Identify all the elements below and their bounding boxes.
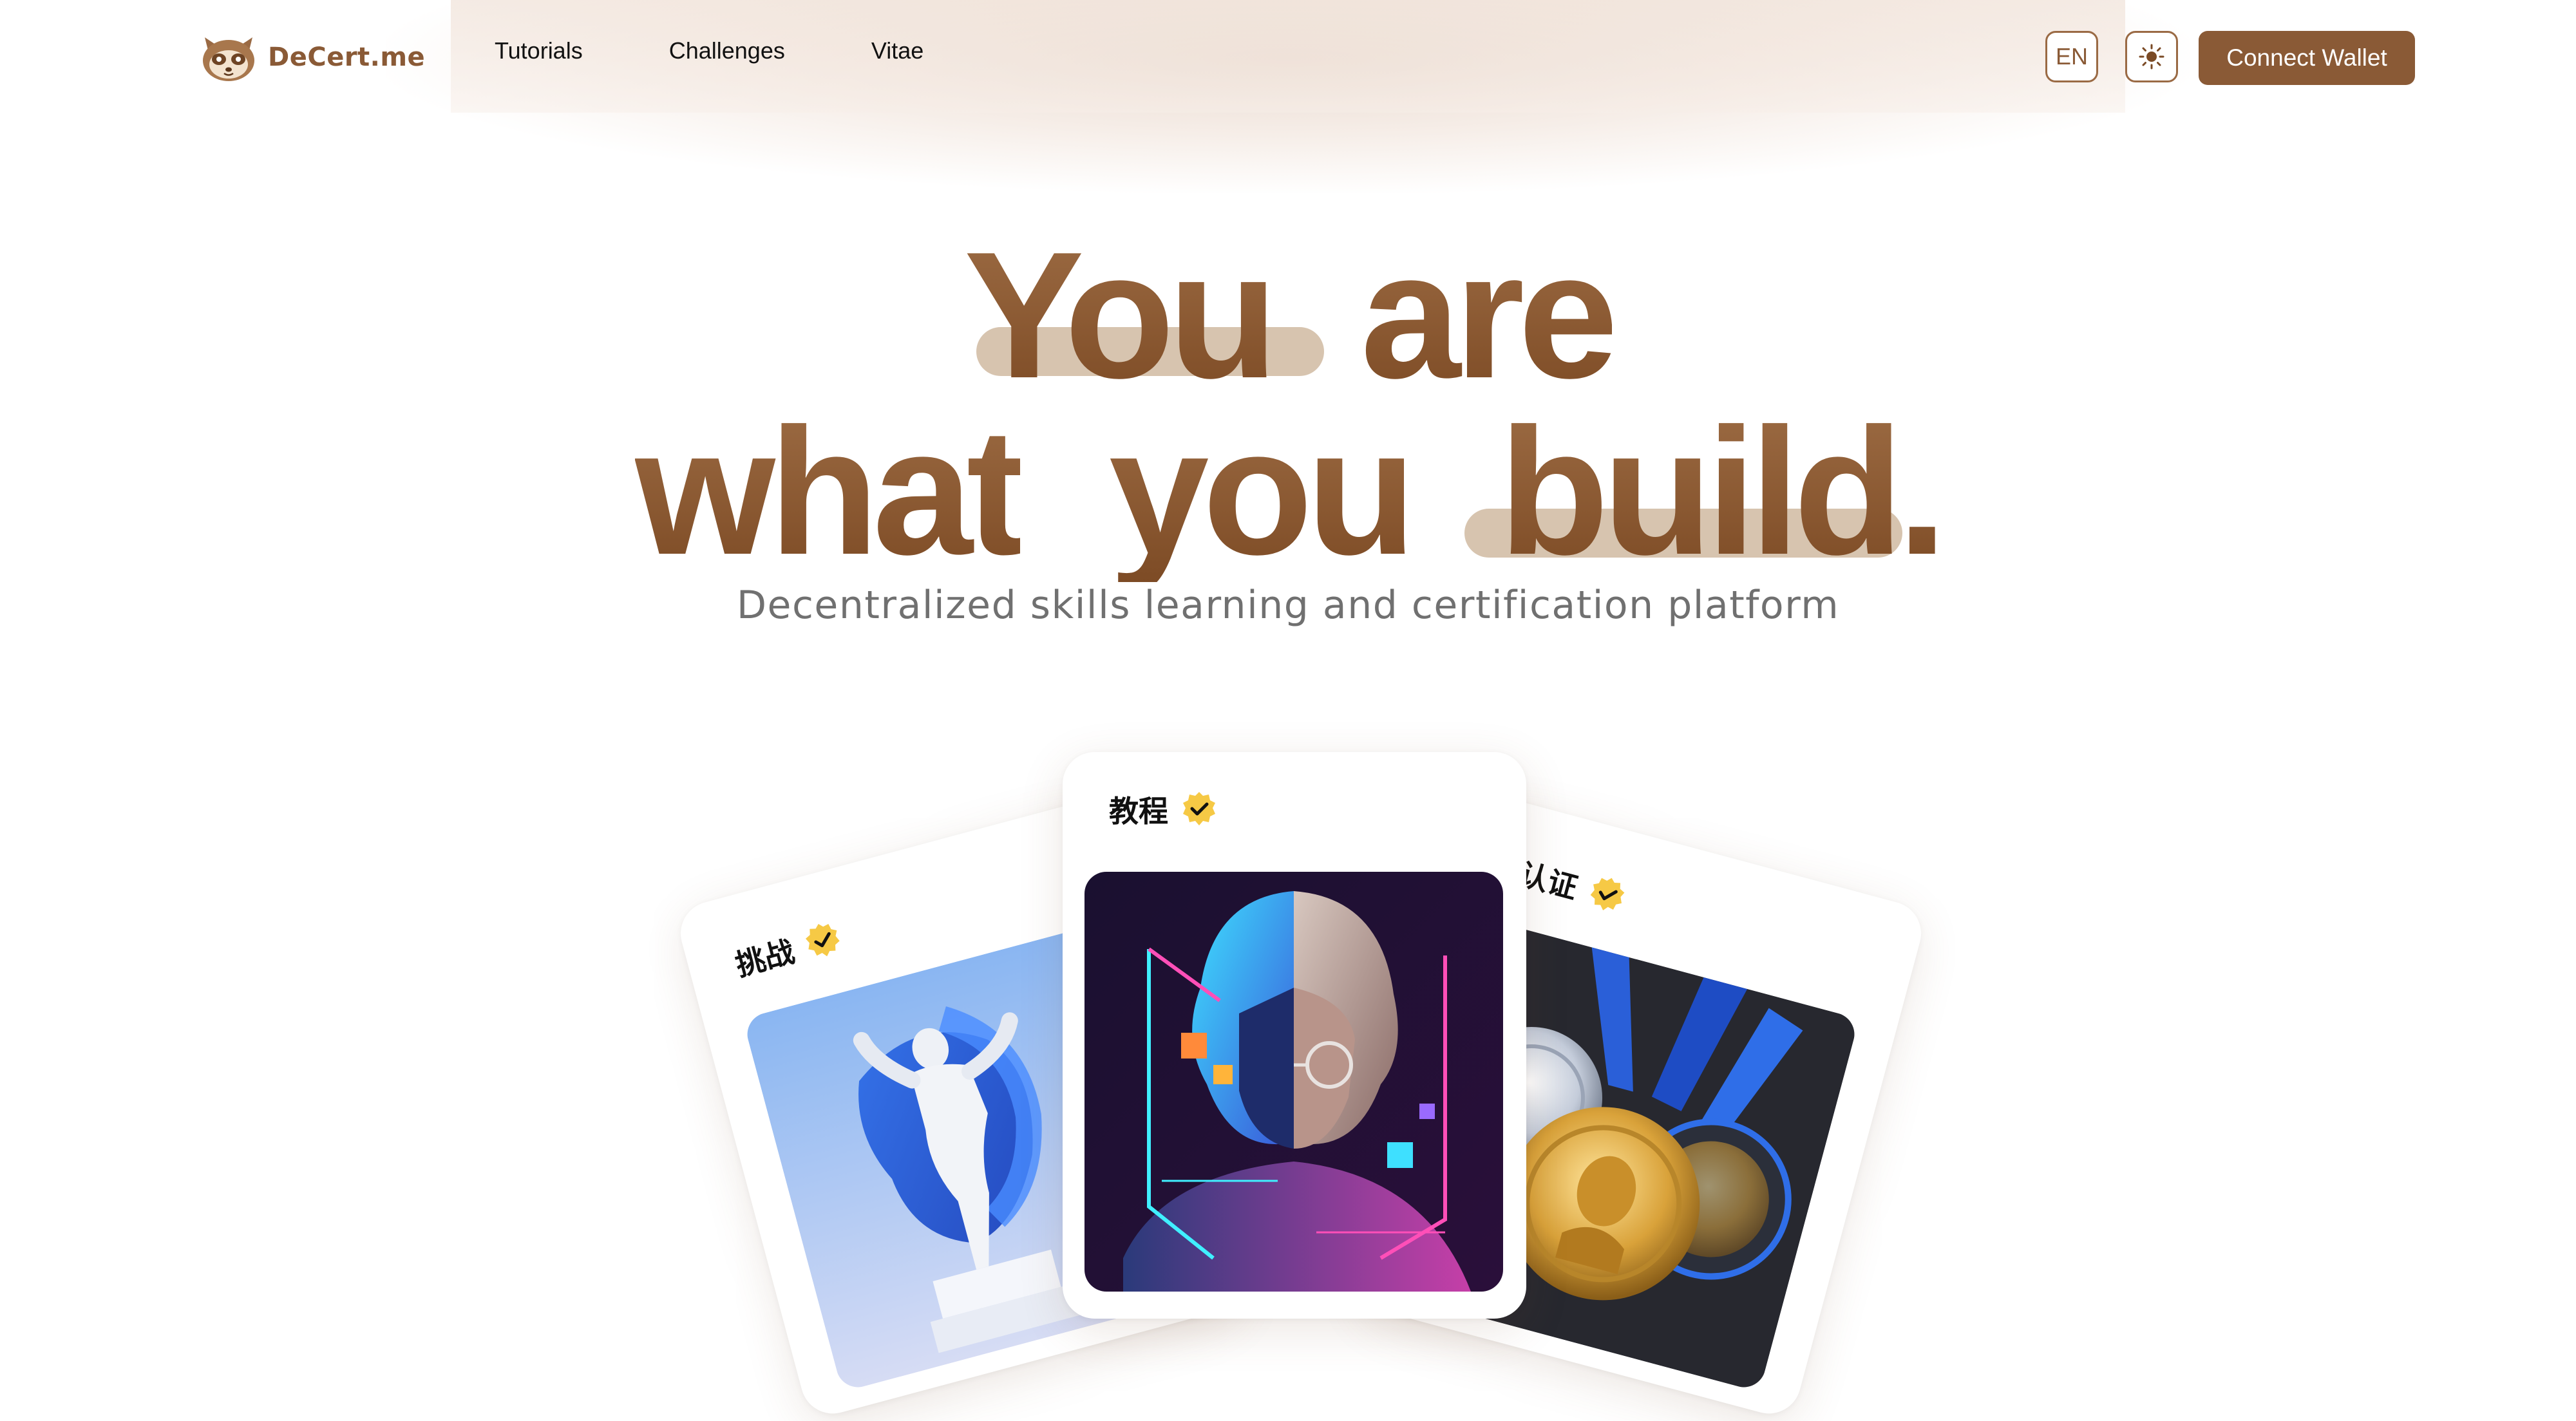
nav-challenges[interactable]: Challenges bbox=[669, 37, 785, 64]
card-challenge-label: 挑战 bbox=[732, 934, 798, 983]
card-certification-title: 认证 bbox=[1515, 851, 1631, 921]
hero-word-build: build. bbox=[1499, 391, 1947, 592]
raccoon-logo-icon bbox=[203, 37, 254, 81]
hero-word-are: are bbox=[1360, 215, 1618, 416]
verified-badge-icon bbox=[1590, 878, 1625, 910]
hero-word-what: what bbox=[635, 391, 1027, 592]
hero-headline-line2: what you build. bbox=[0, 402, 2576, 582]
hero-word-you: You bbox=[963, 215, 1278, 416]
hero-headline-line1: You are bbox=[0, 225, 2576, 406]
connect-wallet-button[interactable]: Connect Wallet bbox=[2199, 31, 2415, 85]
main-nav: Tutorials Challenges Vitae bbox=[495, 37, 1010, 64]
neon-portrait-image bbox=[1084, 872, 1503, 1292]
top-navbar: DeCert.me Tutorials Challenges Vitae EN … bbox=[0, 0, 2576, 116]
nav-tutorials[interactable]: Tutorials bbox=[495, 37, 583, 64]
hero-subtitle: Decentralized skills learning and certif… bbox=[736, 583, 1840, 628]
card-tutorial[interactable]: 教程 bbox=[1063, 752, 1526, 1319]
card-tutorial-label: 教程 bbox=[1109, 795, 1168, 828]
verified-badge-icon bbox=[806, 924, 840, 957]
brand-logo[interactable]: DeCert.me bbox=[198, 31, 425, 84]
nav-vitae[interactable]: Vitae bbox=[871, 37, 923, 64]
card-challenge-title: 挑战 bbox=[730, 915, 847, 984]
sun-icon bbox=[2139, 44, 2164, 70]
language-button[interactable]: EN bbox=[2045, 31, 2098, 82]
brand-name: DeCert.me bbox=[268, 42, 426, 72]
hero-word-you2: you bbox=[1108, 391, 1417, 592]
theme-toggle-button[interactable] bbox=[2125, 31, 2178, 82]
verified-badge-icon bbox=[1183, 792, 1215, 825]
card-tutorial-title: 教程 bbox=[1109, 788, 1218, 831]
